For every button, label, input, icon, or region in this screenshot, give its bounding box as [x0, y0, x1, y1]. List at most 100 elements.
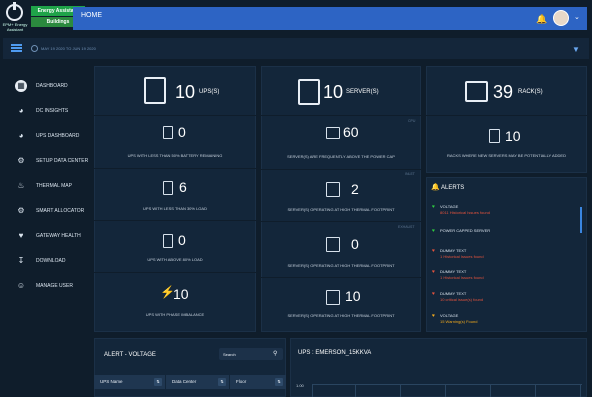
- server-thermal-icon: [326, 182, 340, 197]
- clock-icon: [31, 45, 38, 52]
- sidebar: ▦ DASHBOARD ◕ DC INSIGHTS ◕ UPS DASHBOAR…: [3, 66, 90, 397]
- hamburger-menu-icon[interactable]: [11, 44, 22, 52]
- ups-total-value[interactable]: 10: [175, 82, 195, 103]
- user-icon: ☺: [16, 281, 26, 290]
- sidebar-item-ups-dashboard[interactable]: ◕ UPS DASHBOARD: [11, 126, 91, 146]
- heart-icon: ♥: [432, 269, 435, 275]
- server-icon: [298, 79, 320, 105]
- divider: [426, 115, 587, 116]
- heart-icon: ♥: [432, 248, 435, 254]
- alert-name: DUMMY TEXT: [440, 291, 467, 296]
- heartbeat-icon: ♥: [18, 231, 24, 240]
- top-bar: [73, 7, 587, 30]
- divider: [261, 221, 421, 222]
- sidebar-item-setup-data-center[interactable]: ⚙ SETUP DATA CENTER: [11, 151, 91, 171]
- sidebar-item-dc-insights[interactable]: ◕ DC INSIGHTS: [11, 101, 91, 121]
- pie-chart-icon: ◕: [18, 131, 24, 140]
- alert-name: POWER CAPPED SERVER: [440, 228, 491, 233]
- column-header-label: Floor: [236, 379, 247, 384]
- chart-gridline: [312, 384, 582, 385]
- racks-new-servers-value[interactable]: 10: [505, 128, 521, 144]
- chart-gridline: [445, 384, 446, 397]
- column-header-data-center[interactable]: Data Center ⇅: [166, 375, 229, 389]
- server-total-value[interactable]: 10: [323, 82, 343, 103]
- server-thermal-icon: [326, 290, 340, 305]
- server-thermal3-value[interactable]: 10: [345, 288, 361, 304]
- ups-chart-title: UPS : EMERSON_15KKVA: [298, 350, 372, 356]
- divider: [94, 272, 256, 273]
- ups-low-load-label: UPS WITH LESS THAN 30% LOAD: [143, 206, 207, 211]
- rack-icon: [465, 81, 488, 102]
- battery-icon: [163, 126, 173, 139]
- server-above-cap-value[interactable]: 60: [343, 124, 359, 140]
- exhaust-tag: EXHAUST: [398, 225, 415, 229]
- bell-icon[interactable]: 🔔: [536, 14, 547, 25]
- column-header-floor[interactable]: Floor ⇅: [230, 375, 286, 389]
- ups-high-load-value[interactable]: 0: [178, 232, 186, 248]
- server-above-cap-label: SERVER(S) ARE FREQUENTLY ABOVE THE POWER…: [287, 154, 395, 159]
- ups-unit-icon: [163, 181, 173, 195]
- heart-icon: ♥: [432, 204, 435, 210]
- chevron-down-icon[interactable]: ⌄: [574, 13, 580, 21]
- download-icon: ↧: [17, 256, 25, 265]
- server-thermal1-value[interactable]: 2: [351, 181, 359, 197]
- cpu-tag: CPU: [408, 119, 416, 123]
- column-header-ups-name[interactable]: UPS Name ⇅: [94, 375, 165, 389]
- sort-icon[interactable]: ⇅: [154, 378, 162, 386]
- sidebar-item-dashboard[interactable]: ▦ DASHBOARD: [11, 76, 91, 96]
- chart-gridline: [490, 384, 491, 397]
- racks-total-value[interactable]: 39: [493, 82, 513, 103]
- sidebar-item-manage-user[interactable]: ☺ MANAGE USER: [11, 276, 91, 296]
- alert-voltage-title: ALERT - VOLTAGE: [104, 352, 156, 358]
- sidebar-item-thermal-map[interactable]: ♨ THERMAL MAP: [11, 176, 91, 196]
- date-range[interactable]: MAY 19 2020 TO JUN 19 2020: [41, 46, 96, 51]
- chart-gridline: [355, 384, 356, 397]
- server-thermal2-label: SERVER(S) OPERATING AT HIGH THERMAL FOOT…: [287, 263, 395, 268]
- sidebar-item-label: DC INSIGHTS: [36, 108, 69, 114]
- ups-imbalance-value[interactable]: 10: [173, 286, 189, 302]
- ups-unit-icon: [163, 234, 173, 248]
- avatar[interactable]: [553, 10, 569, 26]
- alert-name: DUMMY TEXT: [440, 248, 467, 253]
- sidebar-item-label: MANAGE USER: [36, 283, 73, 289]
- column-header-label: UPS Name: [100, 379, 123, 384]
- sidebar-item-label: DOWNLOAD: [36, 258, 66, 264]
- alert-name: DUMMY TEXT: [440, 269, 467, 274]
- dashboard-icon: ▦: [15, 80, 27, 92]
- divider: [94, 115, 256, 116]
- alert-detail: 15 Warning(s) Found: [440, 319, 478, 324]
- ups-chart-panel: [290, 338, 587, 397]
- chart-gridline: [535, 384, 536, 397]
- alert-detail: 10 critical issue(s) found: [440, 297, 484, 302]
- chart-gridline: [580, 384, 581, 397]
- network-icon: ⚙: [17, 156, 25, 165]
- search-icon[interactable]: ⚲: [273, 350, 277, 357]
- ups-low-battery-label: UPS WITH LESS THAN 50% BATTERY REMAINING: [127, 153, 223, 158]
- sort-icon[interactable]: ⇅: [218, 378, 226, 386]
- ups-low-load-value[interactable]: 6: [179, 179, 187, 195]
- filter-icon[interactable]: ▼: [572, 45, 580, 54]
- sidebar-item-label: UPS DASHBOARD: [36, 133, 80, 139]
- sidebar-item-label: GATEWAY HEALTH: [36, 233, 81, 239]
- divider: [94, 168, 256, 169]
- server-thermal1-label: SERVER(S) OPERATING AT HIGH THERMAL FOOT…: [287, 207, 395, 212]
- alerts-scrollbar[interactable]: [580, 207, 582, 233]
- power-icon: [6, 2, 23, 21]
- rack-small-icon: [489, 129, 500, 143]
- sidebar-item-label: THERMAL MAP: [36, 183, 72, 189]
- heart-icon: ♥: [432, 228, 435, 234]
- column-header-label: Data Center: [172, 379, 197, 384]
- ups-total-unit: UPS(S): [199, 89, 220, 95]
- divider: [261, 277, 421, 278]
- alert-name: VOLTAGE: [440, 204, 459, 209]
- page-title: HOME: [81, 12, 102, 19]
- sidebar-item-label: SETUP DATA CENTER: [36, 158, 89, 164]
- divider: [94, 220, 256, 221]
- sidebar-item-smart-allocator[interactable]: ⚙ SMART ALLOCATOR: [11, 201, 91, 221]
- server-thermal2-value[interactable]: 0: [351, 236, 359, 252]
- sidebar-item-download[interactable]: ↧ DOWNLOAD: [11, 251, 91, 271]
- sort-icon[interactable]: ⇅: [275, 378, 283, 386]
- ups-low-battery-value[interactable]: 0: [178, 124, 186, 140]
- sidebar-item-gateway-health[interactable]: ♥ GATEWAY HEALTH: [11, 226, 91, 246]
- logo-text: EPM+ Energy Assistant: [2, 22, 28, 32]
